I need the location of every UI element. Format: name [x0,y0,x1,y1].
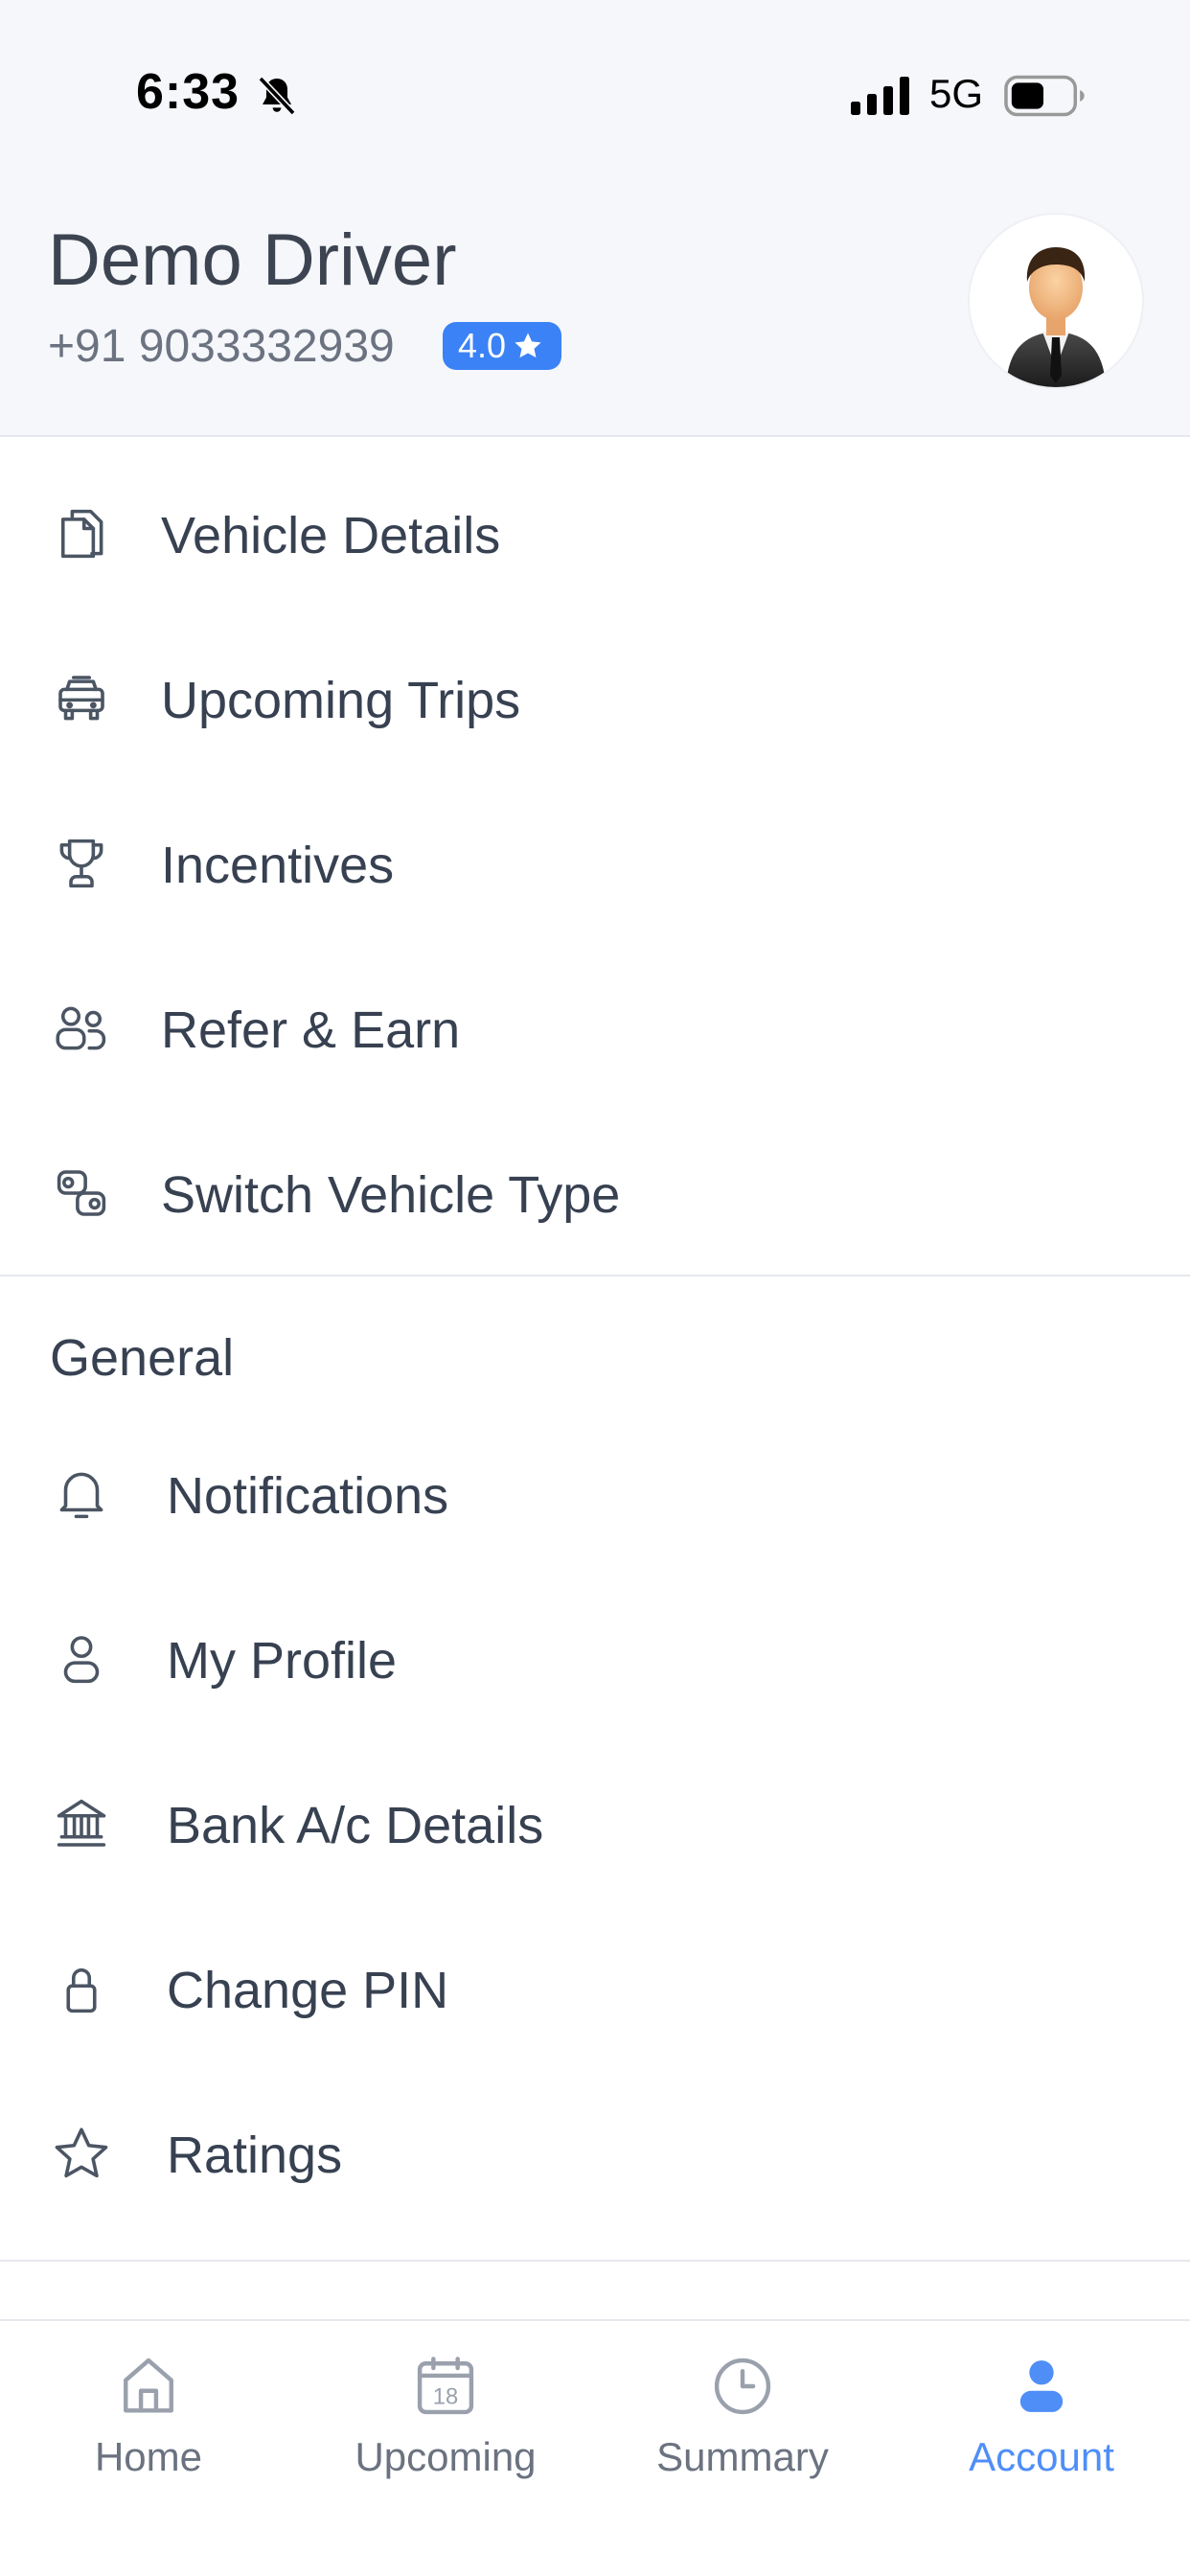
network-type: 5G [929,71,984,116]
menu-label-notifications: Notifications [167,1467,449,1525]
menu-item-upcoming-trips[interactable]: Upcoming Trips [0,627,1190,770]
bank-icon [57,1799,106,1847]
menu-item-notifications[interactable]: Notifications [0,1422,1190,1566]
tab-upcoming[interactable]: 18 Upcoming [297,2321,594,2513]
menu-label-change-pin: Change PIN [167,1962,449,2019]
bell-off-icon [258,76,296,116]
clock-icon [714,2358,771,2415]
menu-label-incentives: Incentives [161,837,395,894]
tab-home[interactable]: Home [0,2321,297,2513]
section-divider-bottom [0,2260,1190,2262]
menu-item-switch-vehicle-type[interactable]: Switch Vehicle Type [0,1121,1190,1265]
menu-label-my-profile: My Profile [167,1632,398,1690]
menu-label-bank-details: Bank A/c Details [167,1797,544,1854]
tab-label-summary: Summary [656,2434,829,2479]
tab-label-account: Account [969,2434,1114,2479]
user-icon [63,1636,100,1684]
star-icon [515,333,541,358]
lock-icon [66,1968,97,2013]
menu-item-ratings[interactable]: Ratings [0,2082,1190,2225]
menu-item-vehicle-details[interactable]: Vehicle Details [0,462,1190,606]
switch-icon [57,1170,106,1216]
signal-icon [851,77,909,115]
home-icon [124,2358,173,2413]
driver-avatar-icon [1006,247,1106,387]
rating-badge: 4.0 [443,322,562,370]
bottom-tab-bar: Home 18 Upcoming Summary Account [0,2319,1190,2576]
star-outline-icon [55,2128,108,2178]
person-icon [1019,2360,1064,2412]
menu-label-switch-vehicle-type: Switch Vehicle Type [161,1166,621,1224]
section-divider [0,1275,1190,1276]
tab-account[interactable]: Account [893,2321,1190,2513]
avatar[interactable] [968,213,1144,389]
trophy-icon [59,839,103,888]
section-title-general: General [50,1329,235,1387]
menu-item-my-profile[interactable]: My Profile [0,1587,1190,1731]
menu-label-vehicle-details: Vehicle Details [161,507,501,564]
menu-label-refer-earn: Refer & Earn [161,1001,461,1059]
menu-item-refer-earn[interactable]: Refer & Earn [0,956,1190,1100]
profile-header: 6:33 5G Demo Driver +91 9033332939 4.0 [0,0,1190,437]
taxi-icon [58,676,104,721]
bell-icon [59,1472,103,1519]
tab-label-upcoming: Upcoming [355,2434,537,2479]
status-bar: 6:33 5G [0,0,1190,192]
tab-label-home: Home [94,2434,203,2479]
tab-summary[interactable]: Summary [594,2321,891,2513]
battery-icon [1004,75,1085,117]
menu-label-ratings: Ratings [167,2127,343,2184]
status-time: 6:33 [136,64,240,120]
menu-item-change-pin[interactable]: Change PIN [0,1917,1190,2060]
rating-value: 4.0 [458,326,507,365]
driver-phone: +91 9033332939 [48,321,395,372]
calendar-day: 18 [433,2383,458,2409]
users-icon [56,1006,106,1050]
menu-item-bank-details[interactable]: Bank A/c Details [0,1752,1190,1896]
menu-label-upcoming-trips: Upcoming Trips [161,672,521,729]
menu-item-incentives[interactable]: Incentives [0,792,1190,935]
calendar-icon: 18 [417,2357,474,2415]
document-icon [60,509,103,559]
driver-name: Demo Driver [48,219,457,301]
